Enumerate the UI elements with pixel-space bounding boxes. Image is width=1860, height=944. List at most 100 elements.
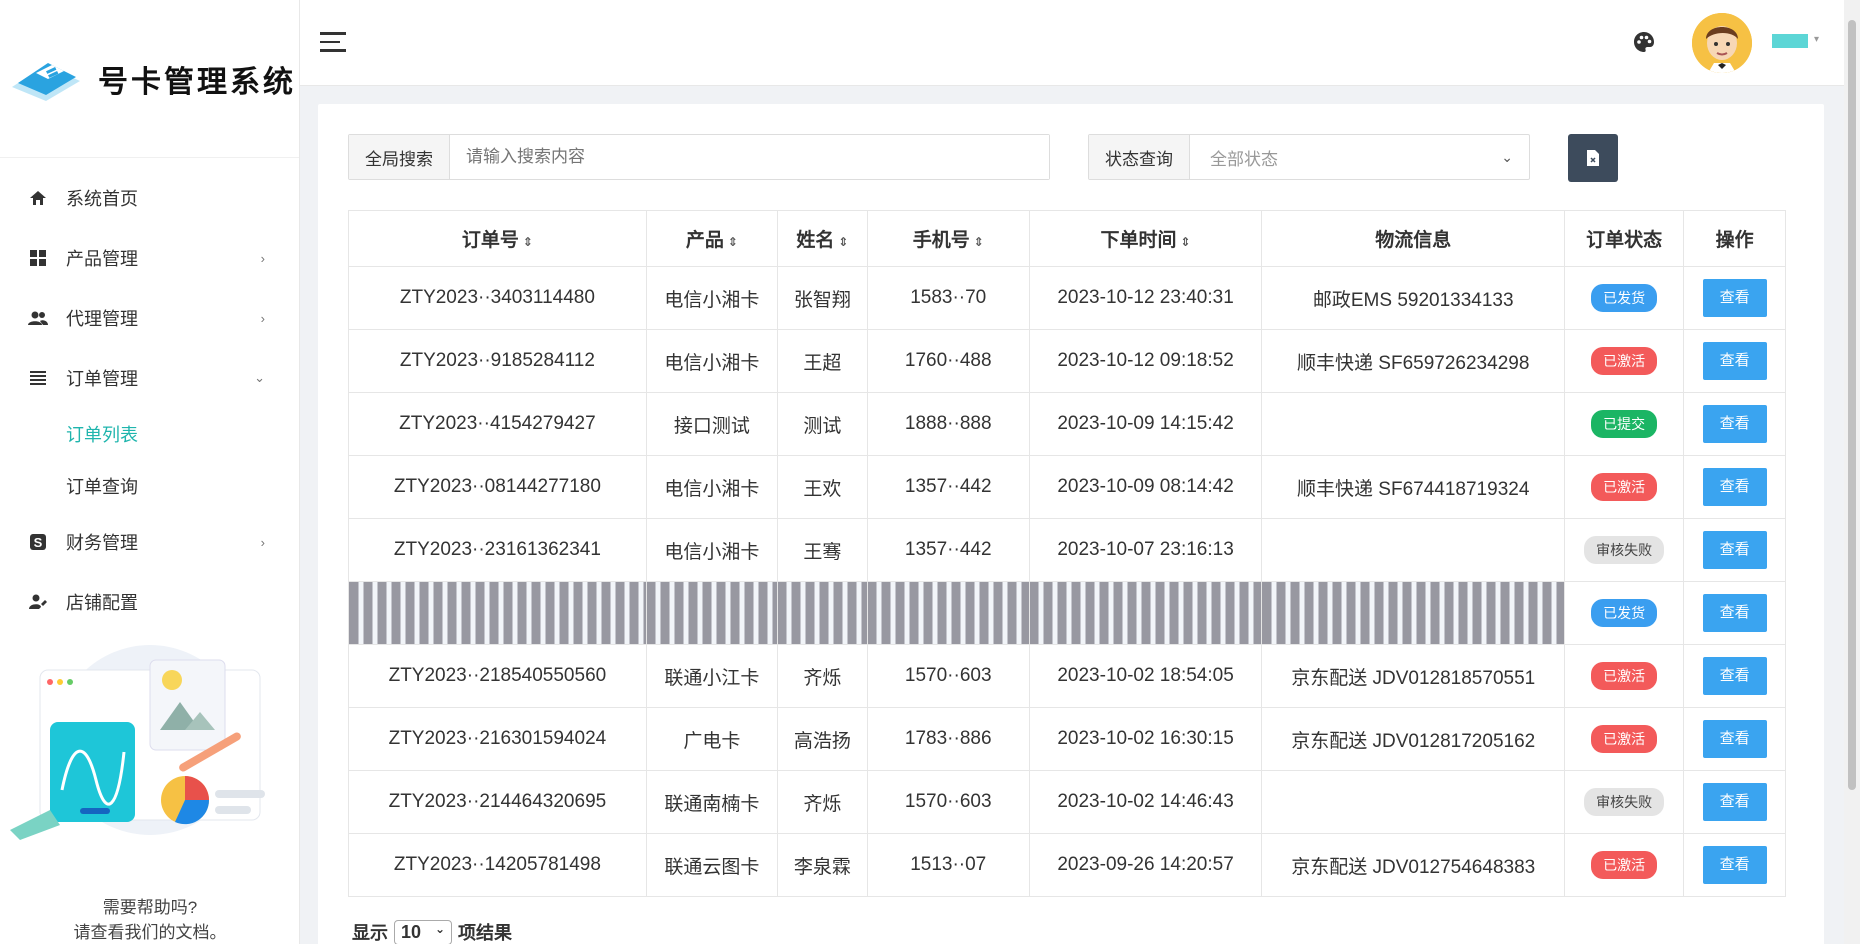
sidebar-item-shop-config[interactable]: 店铺配置 xyxy=(0,572,299,632)
status-cell: 已激活 xyxy=(1563,833,1685,897)
status-select[interactable]: 全部状态 ⌄ xyxy=(1190,135,1529,179)
export-button[interactable] xyxy=(1568,134,1618,182)
sidebar-item-home[interactable]: 系统首页 xyxy=(0,168,299,228)
palette-icon[interactable] xyxy=(1632,30,1656,54)
view-button[interactable]: 查看 xyxy=(1702,279,1767,317)
status-select-value: 全部状态 xyxy=(1210,149,1278,169)
name-cell xyxy=(776,581,868,645)
view-button[interactable]: 查看 xyxy=(1702,342,1767,380)
name-cell: 高浩扬 xyxy=(776,707,868,771)
view-button[interactable]: 查看 xyxy=(1702,720,1767,758)
sim-card-logo-icon xyxy=(8,57,84,101)
time-cell: 2023-10-09 14:15:42 xyxy=(1028,392,1263,456)
help-docs-link[interactable]: 请查看我们的文档。 xyxy=(0,918,300,943)
orders-table: 订单号 ⇕ 产品 ⇕ 姓名 ⇕ 手机号 ⇕ 下单时间 ⇕ 物流信息 订单状态 操作 ZTY… xyxy=(348,210,1786,897)
status-cell: 审核失败 xyxy=(1563,518,1685,582)
status-cell: 已激活 xyxy=(1563,455,1685,519)
product-cell: 联通云图卡 xyxy=(645,833,778,897)
brand-title: 号卡管理系统 xyxy=(98,64,296,100)
page-size-control: 显示 10 ⌄ 项结果 xyxy=(352,919,512,944)
sidebar-item-finance[interactable]: S 财务管理 › xyxy=(0,512,299,572)
user-settings-icon xyxy=(28,592,48,612)
status-cell: 已发货 xyxy=(1563,581,1685,645)
status-badge: 审核失败 xyxy=(1584,536,1665,564)
product-cell: 联通南楠卡 xyxy=(645,770,778,834)
status-cell: 审核失败 xyxy=(1563,770,1685,834)
sidebar-nav: 系统首页 产品管理 › 代理管理 › 订单管理 ⌄ 订单列表 订单查询 S 财务… xyxy=(0,158,299,632)
page-scrollbar[interactable] xyxy=(1844,0,1860,944)
chevron-down-icon: ⌄ xyxy=(254,370,265,385)
avatar[interactable] xyxy=(1692,13,1752,73)
time-cell: 2023-10-12 23:40:31 xyxy=(1028,266,1263,330)
logistics-cell: 京东配送 JDV012818570551 xyxy=(1261,644,1565,708)
action-cell: 查看 xyxy=(1683,329,1786,393)
view-button[interactable]: 查看 xyxy=(1702,783,1767,821)
view-button[interactable]: 查看 xyxy=(1702,405,1767,443)
action-cell: 查看 xyxy=(1683,833,1786,897)
product-cell: 接口测试 xyxy=(645,392,778,456)
sidebar-item-agents[interactable]: 代理管理 › xyxy=(0,288,299,348)
sidebar-subitem-order-list[interactable]: 订单列表 xyxy=(0,408,299,460)
col-header-name[interactable]: 姓名 ⇕ xyxy=(776,210,868,267)
table-row: ZTY2023··218540550560 联通小江卡 齐烁 1570··603 202… xyxy=(348,644,1786,708)
sidebar-item-orders[interactable]: 订单管理 ⌄ xyxy=(0,348,299,408)
col-header-phone[interactable]: 手机号 ⇕ xyxy=(866,210,1030,267)
user-name-masked[interactable] xyxy=(1772,34,1808,48)
scrollbar-thumb[interactable] xyxy=(1848,20,1856,790)
status-badge: 已发货 xyxy=(1591,284,1658,312)
action-cell: 查看 xyxy=(1683,707,1786,771)
chevron-right-icon: › xyxy=(260,534,265,550)
chevron-down-icon: ⌄ xyxy=(1501,148,1513,165)
view-button[interactable]: 查看 xyxy=(1702,657,1767,695)
view-button[interactable]: 查看 xyxy=(1702,594,1767,632)
view-button[interactable]: 查看 xyxy=(1702,468,1767,506)
search-input[interactable] xyxy=(450,135,1049,179)
help-title: 需要帮助吗? xyxy=(102,898,198,917)
chevron-right-icon: › xyxy=(260,310,265,326)
logistics-cell: 京东配送 JDV012754648383 xyxy=(1261,833,1565,897)
sidebar-item-label: 财务管理 xyxy=(66,533,138,553)
caret-down-icon[interactable]: ▾ xyxy=(1814,34,1819,45)
logistics-cell: 顺丰快递 SF659726234298 xyxy=(1261,329,1565,393)
status-label: 状态查询 xyxy=(1089,135,1190,179)
order-no-cell: ZTY2023··9185284112 xyxy=(348,329,647,393)
sidebar: 号卡管理系统 系统首页 产品管理 › 代理管理 › 订单管理 ⌄ 订单列表 订单… xyxy=(0,0,300,944)
sidebar-item-label: 系统首页 xyxy=(66,189,138,209)
sidebar-item-label: 产品管理 xyxy=(66,249,138,269)
col-header-product[interactable]: 产品 ⇕ xyxy=(645,210,778,267)
table-row: 已发货 查看 xyxy=(348,581,1786,645)
status-cell: 已激活 xyxy=(1563,707,1685,771)
col-header-time[interactable]: 下单时间 ⇕ xyxy=(1028,210,1263,267)
orders-table-body: ZTY2023··3403114480 电信小湘卡 张智翔 1583··70 2023-… xyxy=(348,266,1786,897)
sidebar-subitem-order-query[interactable]: 订单查询 xyxy=(0,460,299,512)
view-button[interactable]: 查看 xyxy=(1702,846,1767,884)
help-illustration xyxy=(0,640,300,865)
order-no-cell: ZTY2023··08144277180 xyxy=(348,455,647,519)
order-no-cell: ZTY2023··14205781498 xyxy=(348,833,647,897)
sort-icon: ⇕ xyxy=(522,235,533,249)
chevron-down-icon: ⌄ xyxy=(434,921,445,936)
phone-cell: 1888··888 xyxy=(866,392,1030,456)
table-row: ZTY2023··14205781498 联通云图卡 李泉霖 1513··07 2023… xyxy=(348,833,1786,897)
product-cell: 电信小湘卡 xyxy=(645,455,778,519)
product-cell: 电信小湘卡 xyxy=(645,329,778,393)
order-no-cell: ZTY2023··23161362341 xyxy=(348,518,647,582)
view-button[interactable]: 查看 xyxy=(1702,531,1767,569)
status-cell: 已提交 xyxy=(1563,392,1685,456)
action-cell: 查看 xyxy=(1683,644,1786,708)
col-header-status: 订单状态 xyxy=(1563,210,1685,267)
status-badge: 已激活 xyxy=(1591,851,1658,879)
col-header-order-no[interactable]: 订单号 ⇕ xyxy=(348,210,647,267)
page-size-select[interactable]: 10 ⌄ xyxy=(394,919,452,944)
phone-cell: 1760··488 xyxy=(866,329,1030,393)
brand[interactable]: 号卡管理系统 xyxy=(0,0,299,158)
sidebar-item-products[interactable]: 产品管理 › xyxy=(0,228,299,288)
name-cell: 王超 xyxy=(776,329,868,393)
table-row: ZTY2023··216301594024 广电卡 高浩扬 1783··886 2023… xyxy=(348,707,1786,771)
status-badge: 已激活 xyxy=(1591,725,1658,753)
logistics-cell: 顺丰快递 SF674418719324 xyxy=(1261,455,1565,519)
table-row: ZTY2023··3403114480 电信小湘卡 张智翔 1583··70 2023-… xyxy=(348,266,1786,330)
menu-toggle-icon[interactable] xyxy=(320,32,346,52)
status-badge: 审核失败 xyxy=(1584,788,1665,816)
name-cell: 齐烁 xyxy=(776,770,868,834)
